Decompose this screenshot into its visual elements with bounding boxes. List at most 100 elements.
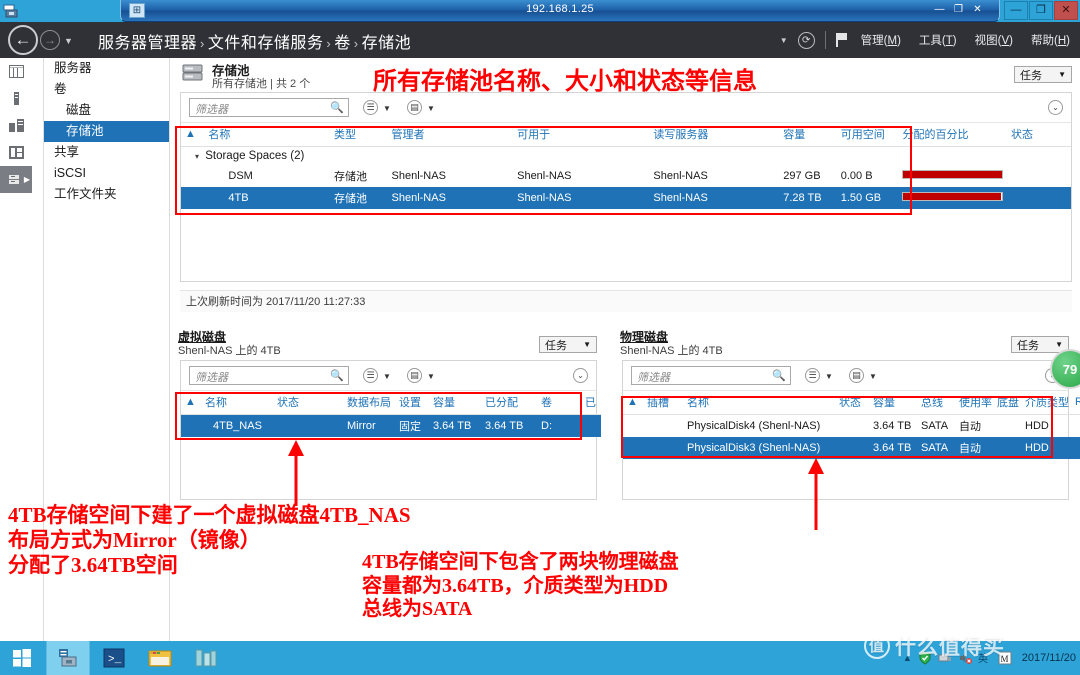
back-arrow-icon[interactable]: ← [8,25,38,55]
chevron-down-icon[interactable]: ▼ [869,372,877,381]
chevron-down-icon[interactable]: ▼ [427,372,435,381]
column-header-1[interactable]: 类型 [330,123,387,147]
column-header-1[interactable]: 状态 [273,391,343,415]
close-button[interactable]: ✕ [1054,1,1078,20]
table-row[interactable]: 4TB_NASMirror固定3.64 TB3.64 TBD: [181,415,601,438]
sort-indicator-icon[interactable]: ▲ [181,123,204,147]
table-group-row[interactable]: ▾ Storage Spaces (2) [181,147,1071,166]
chevron-down-icon[interactable]: ▼ [64,36,73,46]
column-header-1[interactable]: 名称 [683,391,835,415]
rdp-connection-bar[interactable]: ⊞ 192.168.1.25 — ❐ ✕ [120,0,1000,22]
vdisk-layout: Mirror [343,415,395,438]
sidebar-item-3[interactable]: 存储池 [44,121,169,142]
forward-arrow-icon[interactable]: → [40,30,60,50]
chevron-down-icon[interactable]: ⌄ [573,368,588,383]
sort-indicator-icon[interactable]: ▲ [623,391,643,415]
column-header-4[interactable]: 读写服务器 [649,123,779,147]
column-header-7[interactable]: 介质类型 [1021,391,1071,415]
column-header-2[interactable]: 管理者 [388,123,514,147]
list-view-icon[interactable]: ☰ [805,368,820,383]
vdisk-tasks-button[interactable]: 任务 ▼ [539,336,597,353]
sidebar-item-0[interactable]: 服务器 [44,58,169,79]
column-header-6[interactable]: 可用空间 [837,123,899,147]
column-header-0[interactable]: 名称 [201,391,273,415]
column-header-7[interactable]: 已 [581,391,601,415]
save-view-icon[interactable]: ▤ [849,368,864,383]
restore-button[interactable]: ❐ [1029,1,1053,20]
save-view-icon[interactable]: ▤ [407,368,422,383]
menu-help[interactable]: 帮助(H) [1027,32,1074,48]
minimize-button[interactable]: — [1004,1,1028,20]
notification-flag-icon[interactable] [836,33,847,47]
rail-item-file-and-storage-services[interactable] [0,139,32,166]
windows-start-icon[interactable] [0,641,44,675]
rail-item-all-servers[interactable] [0,112,32,139]
column-header-5[interactable]: 使用率 [955,391,993,415]
expand-triangle-icon[interactable]: ▾ [195,152,199,161]
menu-tools[interactable]: 工具(T) [915,32,961,48]
column-header-3[interactable]: 容量 [869,391,917,415]
table-header-row: ▲名称类型管理者可用于读写服务器容量可用空间分配的百分比状态 [181,123,1071,147]
chevron-down-icon[interactable]: ▼ [427,104,435,113]
column-header-0[interactable]: 名称 [204,123,330,147]
chevron-down-icon[interactable]: ▼ [825,372,833,381]
column-header-4[interactable]: 总线 [917,391,955,415]
menu-view[interactable]: 视图(V) [971,32,1017,48]
column-header-3[interactable]: 可用于 [513,123,649,147]
breadcrumb-item-0[interactable]: 服务器管理器 [98,35,197,52]
table-row[interactable]: PhysicalDisk3 (Shenl-NAS)3.64 TBSATA自动HD… [623,437,1080,459]
rdp-restore-button[interactable]: ❐ [951,3,966,17]
save-view-icon[interactable]: ▤ [407,100,422,115]
chevron-down-icon[interactable]: ⌄ [1048,100,1063,115]
chevron-down-icon[interactable]: ▼ [383,104,391,113]
sidebar-item-1[interactable]: 卷 [44,79,169,100]
breadcrumb-item-3[interactable]: 存储池 [362,35,412,52]
pool-allocation-bar [898,187,1007,209]
taskbar-cluster-manager-icon[interactable] [184,641,228,675]
pdisk-filter-input[interactable]: 筛选器 🔍 [631,366,791,385]
pool-available-for: Shenl-NAS [513,165,649,187]
sidebar-item-5[interactable]: iSCSI [44,163,169,184]
column-header-3[interactable]: 设置 [395,391,429,415]
pool-tasks-button[interactable]: 任务 ▼ [1014,66,1072,83]
column-header-8[interactable]: RPM [1071,391,1080,415]
list-view-icon[interactable]: ☰ [363,368,378,383]
column-header-4[interactable]: 容量 [429,391,481,415]
breadcrumb-item-2[interactable]: 卷 [334,35,351,52]
column-header-8[interactable]: 状态 [1007,123,1071,147]
table-row[interactable]: PhysicalDisk4 (Shenl-NAS)3.64 TBSATA自动HD… [623,415,1080,438]
vdisk-filter-input[interactable]: 筛选器 🔍 [189,366,349,385]
taskbar-powershell-icon[interactable]: >_ [92,641,136,675]
pool-capacity: 7.28 TB [779,187,836,209]
column-header-5[interactable]: 已分配 [481,391,537,415]
pdisk-name: PhysicalDisk3 (Shenl-NAS) [683,437,835,459]
rail-item-storage-pools[interactable]: ▶ [0,166,32,193]
sort-indicator-icon[interactable]: ▲ [181,391,201,415]
column-header-6[interactable]: 卷 [537,391,581,415]
sidebar-item-6[interactable]: 工作文件夹 [44,184,169,205]
column-header-6[interactable]: 底盘 [993,391,1021,415]
table-row[interactable]: 4TB存储池Shenl-NASShenl-NASShenl-NAS7.28 TB… [181,187,1071,209]
chevron-down-icon[interactable]: ▼ [383,372,391,381]
list-view-icon[interactable]: ☰ [363,100,378,115]
breadcrumb-item-1[interactable]: 文件和存储服务 [208,35,324,52]
rail-item-local-server[interactable] [0,85,32,112]
rail-item-dashboard[interactable] [0,58,32,85]
rdp-close-button[interactable]: ✕ [970,3,985,17]
column-header-2[interactable]: 数据布局 [343,391,395,415]
column-header-2[interactable]: 状态 [835,391,869,415]
table-row[interactable]: DSM存储池Shenl-NASShenl-NASShenl-NAS297 GB0… [181,165,1071,187]
refresh-icon[interactable]: ⟳ [798,32,815,49]
pool-filter-input[interactable]: 筛选器 🔍 [189,98,349,117]
menu-manage[interactable]: 管理(M) [857,32,905,48]
annotation-text-top: 所有存储池名称、大小和状态等信息 [373,68,757,96]
column-header-0[interactable]: 插槽 [643,391,683,415]
sidebar-item-2[interactable]: 磁盘 [44,100,169,121]
rdp-minimize-button[interactable]: — [932,3,947,17]
taskbar-file-explorer-icon[interactable] [138,641,182,675]
column-header-5[interactable]: 容量 [779,123,836,147]
sidebar-item-4[interactable]: 共享 [44,142,169,163]
column-header-7[interactable]: 分配的百分比 [898,123,1007,147]
chevron-down-icon[interactable]: ▼ [780,36,788,45]
taskbar-server-manager-icon[interactable] [46,641,90,675]
